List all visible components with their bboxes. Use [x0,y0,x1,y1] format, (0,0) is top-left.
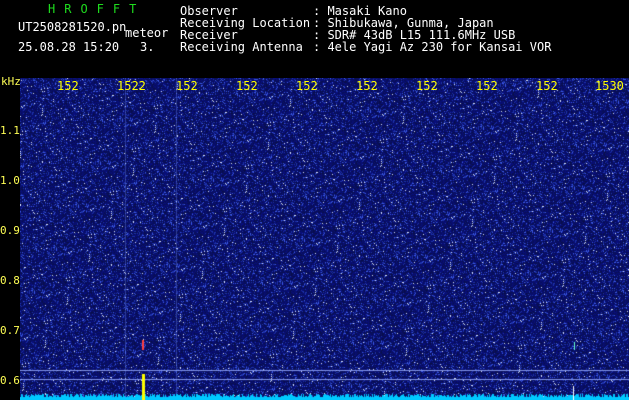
x-tick-label: 152 [176,80,198,92]
x-tick-label: 152 [57,80,79,92]
antenna-value: : 4ele Yagi Az 230 for Kansai VOR [313,40,552,54]
y-tick-label: 1.1 [0,124,20,137]
y-tick-label: 0.6 [0,374,20,387]
x-tick-label: 152 [356,80,378,92]
y-tick-label: 0.9 [0,224,20,237]
y-axis-unit: kHz [1,75,21,88]
hroffft-window: { "app": { "title": "HROFFT", "filename"… [0,0,629,400]
x-tick-label: 1522 [117,80,146,92]
y-tick-label: 0.7 [0,324,20,337]
spectrogram-canvas[interactable] [20,78,629,400]
y-tick-label: 1.0 [0,174,20,187]
x-tick-label: 152 [416,80,438,92]
mode-label: meteor [125,26,169,40]
file-name: UT2508281520.pn [18,20,127,34]
meteor-count: 3. [140,40,155,54]
x-tick-label: 152 [476,80,498,92]
date-time: 25.08.28 15:20 [18,40,120,54]
y-tick-label: 0.8 [0,274,20,287]
x-tick-label: 152 [296,80,318,92]
antenna-label: Receiving Antenna [180,40,303,54]
x-tick-label: 152 [236,80,258,92]
x-tick-label: 152 [536,80,558,92]
app-title: HROFFT [48,2,146,16]
x-tick-label: 1530 [595,80,624,92]
